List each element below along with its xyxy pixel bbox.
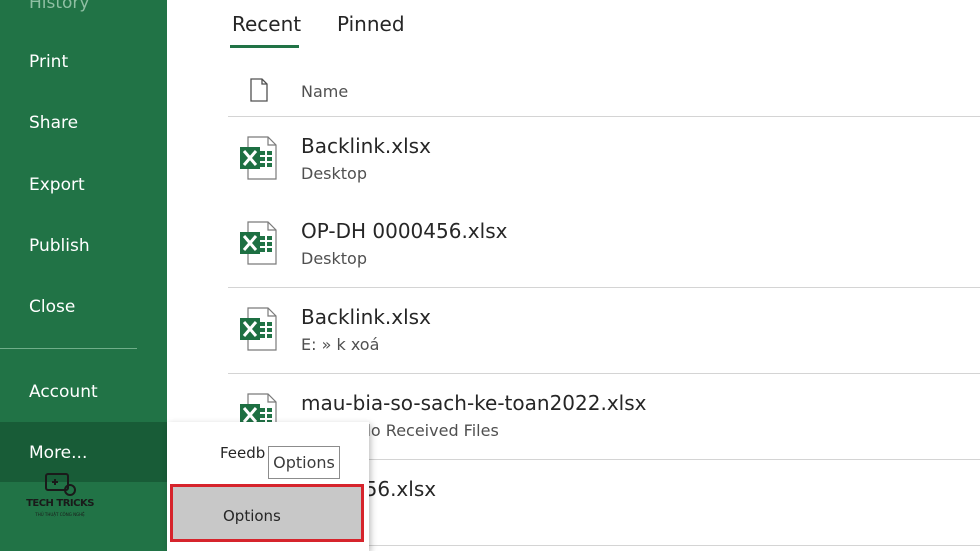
- sidebar-item-print[interactable]: Print: [29, 51, 68, 73]
- file-name: Backlink.xlsx: [301, 305, 431, 329]
- file-list-item[interactable]: Backlink.xlsx E: » k xoá: [228, 288, 980, 374]
- sidebar-item-account[interactable]: Account: [29, 381, 98, 403]
- document-icon: [250, 78, 268, 102]
- file-location: Desktop: [301, 164, 367, 183]
- sidebar-item-close[interactable]: Close: [29, 296, 75, 318]
- file-name: Backlink.xlsx: [301, 134, 431, 158]
- file-name: OP-DH 0000456.xlsx: [301, 219, 508, 243]
- file-location: E: » k xoá: [301, 335, 380, 354]
- tab-recent[interactable]: Recent: [232, 12, 301, 36]
- file-list-header: Name: [228, 66, 980, 117]
- file-list-item[interactable]: Backlink.xlsx Desktop: [228, 117, 980, 203]
- menu-item-feedback[interactable]: Feedb: [220, 444, 265, 462]
- backstage-sidebar: History Print Share Export Publish Close…: [0, 0, 167, 551]
- menu-item-options-label: Options: [223, 507, 281, 525]
- file-list-item[interactable]: OP-DH 0000456.xlsx Desktop: [228, 202, 980, 288]
- excel-file-icon: [240, 307, 277, 351]
- tab-recent-underline: [230, 45, 299, 48]
- tech-tricks-logo: TECH TRICKS THỦ THUẬT CÔNG NGHỆ: [24, 470, 96, 520]
- sidebar-item-export[interactable]: Export: [29, 174, 85, 196]
- options-tooltip: Options: [268, 446, 340, 479]
- menu-item-options[interactable]: Options: [170, 484, 364, 542]
- sidebar-item-more[interactable]: More...: [29, 442, 87, 464]
- logo-mark-icon: [45, 473, 76, 496]
- excel-file-icon: [240, 136, 277, 180]
- sidebar-divider: [0, 348, 137, 349]
- sidebar-item-share[interactable]: Share: [29, 112, 78, 134]
- file-name: mau-bia-so-sach-ke-toan2022.xlsx: [301, 391, 647, 415]
- column-header-name[interactable]: Name: [301, 82, 348, 101]
- more-popup-menu: Feedb Options: [167, 422, 369, 551]
- sidebar-item-history[interactable]: History: [29, 0, 89, 14]
- tab-pinned[interactable]: Pinned: [337, 12, 405, 36]
- excel-file-icon: [240, 221, 277, 265]
- sidebar-item-publish[interactable]: Publish: [29, 235, 90, 257]
- file-location: Desktop: [301, 249, 367, 268]
- logo-title: TECH TRICKS: [26, 498, 94, 509]
- logo-subtitle: THỦ THUẬT CÔNG NGHỆ: [35, 512, 85, 517]
